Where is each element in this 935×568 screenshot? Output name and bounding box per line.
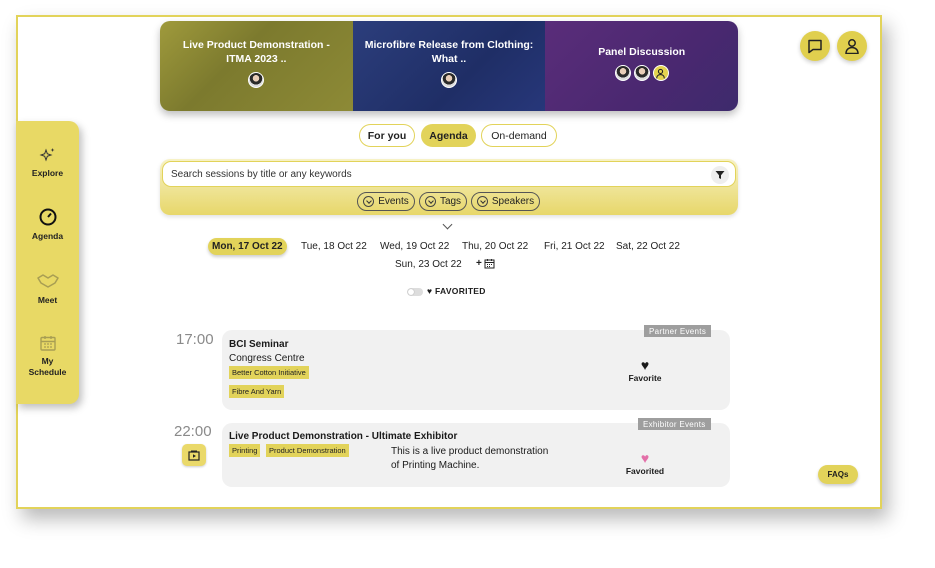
session-title[interactable]: BCI Seminar	[229, 339, 288, 350]
calendar-icon	[484, 259, 495, 269]
session-tag[interactable]: Product Demonstration	[266, 444, 349, 457]
filter-label: Events	[378, 196, 409, 207]
user-icon	[845, 39, 859, 54]
filter-button[interactable]	[711, 166, 729, 184]
featured-card-title: Panel Discussion	[598, 46, 686, 58]
favorited-toggle-label: ♥ FAVORITED	[427, 286, 486, 296]
sidebar-item-label: Meet	[37, 295, 58, 305]
sidebar-item-my-schedule[interactable]: My Schedule	[16, 334, 79, 378]
session-category-badge: Partner Events	[644, 325, 712, 337]
favorited-toggle[interactable]	[407, 288, 423, 296]
watch-session-button[interactable]	[182, 444, 206, 466]
heart-icon: ♥	[640, 450, 650, 466]
favorite-button[interactable]: ♥ Favorited	[615, 450, 675, 476]
profile-button[interactable]	[837, 31, 867, 61]
sidebar-item-meet[interactable]: Meet	[16, 271, 79, 306]
calendar-icon	[39, 336, 56, 351]
session-tag[interactable]: Better Cotton Initiative	[229, 366, 309, 379]
play-icon	[188, 450, 200, 461]
session-title[interactable]: Live Product Demonstration - Ultimate Ex…	[229, 431, 457, 442]
speaker-avatar	[441, 72, 457, 88]
tab-agenda[interactable]: Agenda	[421, 124, 476, 147]
heart-icon: ♥	[640, 357, 650, 373]
plus-label: +	[476, 258, 482, 269]
filter-speakers[interactable]: Speakers	[471, 192, 540, 211]
filter-tags[interactable]: Tags	[419, 192, 467, 211]
add-date-button[interactable]: +	[476, 258, 495, 269]
favorite-button[interactable]: ♥ Favorite	[615, 357, 675, 383]
session-tag[interactable]: Printing	[229, 444, 261, 457]
date-tab[interactable]: Wed, 19 Oct 22	[380, 241, 449, 252]
featured-card[interactable]: Microfibre Release from Clothing: What .…	[352, 21, 546, 111]
filter-events[interactable]: Events	[357, 192, 415, 211]
chat-button[interactable]	[800, 31, 830, 61]
search-placeholder: Search sessions by title or any keywords	[171, 168, 352, 180]
session-time: 22:00	[174, 423, 212, 440]
session-tag[interactable]: Fibre And Yarn	[229, 385, 285, 398]
sidebar: Explore Agenda Meet My Schedule	[16, 121, 79, 404]
filter-label: Speakers	[491, 196, 535, 207]
search-input[interactable]: Search sessions by title or any keywords	[162, 161, 736, 187]
sparkles-icon	[38, 148, 54, 162]
faq-button[interactable]: FAQs	[818, 465, 858, 484]
handshake-icon	[36, 274, 59, 288]
date-tab[interactable]: Mon, 17 Oct 22	[208, 238, 287, 255]
session-location: Congress Centre	[229, 353, 305, 364]
tab-for-you[interactable]: For you	[359, 124, 415, 147]
chevron-down-icon	[476, 196, 488, 207]
session-category-badge: Exhibitor Events	[638, 418, 711, 430]
date-tab[interactable]: Fri, 21 Oct 22	[544, 241, 605, 252]
sidebar-item-label: My Schedule	[28, 356, 67, 377]
featured-card[interactable]: Live Product Demonstration - ITMA 2023 .…	[160, 21, 353, 111]
sidebar-item-agenda[interactable]: Agenda	[16, 207, 79, 242]
featured-card-title: Live Product Demonstration - ITMA 2023 .…	[182, 39, 330, 65]
sidebar-item-label: Explore	[31, 168, 64, 178]
filter-label: Tags	[439, 196, 462, 207]
speaker-avatar	[633, 65, 650, 81]
date-tab[interactable]: Tue, 18 Oct 22	[301, 241, 367, 252]
session-time: 17:00	[176, 331, 214, 348]
speaker-avatar	[248, 72, 265, 88]
filter-icon	[715, 171, 725, 179]
favorite-label: Favorited	[625, 466, 665, 476]
favorite-label: Favorite	[628, 373, 662, 383]
session-description-line: This is a live product demonstration	[391, 446, 549, 457]
user-icon	[652, 65, 669, 81]
date-tab[interactable]: Sun, 23 Oct 22	[395, 259, 462, 270]
chevron-down-icon	[424, 196, 436, 207]
sidebar-item-explore[interactable]: Explore	[16, 146, 79, 179]
date-tab[interactable]: Thu, 20 Oct 22	[462, 241, 528, 252]
clock-icon	[39, 208, 56, 226]
featured-card-title: Microfibre Release from Clothing: What .…	[364, 39, 534, 65]
date-tab[interactable]: Sat, 22 Oct 22	[616, 241, 680, 252]
chevron-down-icon	[363, 196, 375, 207]
tab-on-demand[interactable]: On-demand	[481, 124, 557, 147]
session-description-line: of Printing Machine.	[391, 460, 480, 471]
sidebar-item-label: Agenda	[31, 231, 64, 241]
speaker-avatar	[614, 65, 631, 81]
featured-card[interactable]: Panel Discussion	[545, 21, 738, 111]
featured-sessions-banner: Live Product Demonstration - ITMA 2023 .…	[160, 21, 738, 111]
chat-bubble-icon	[808, 39, 822, 54]
